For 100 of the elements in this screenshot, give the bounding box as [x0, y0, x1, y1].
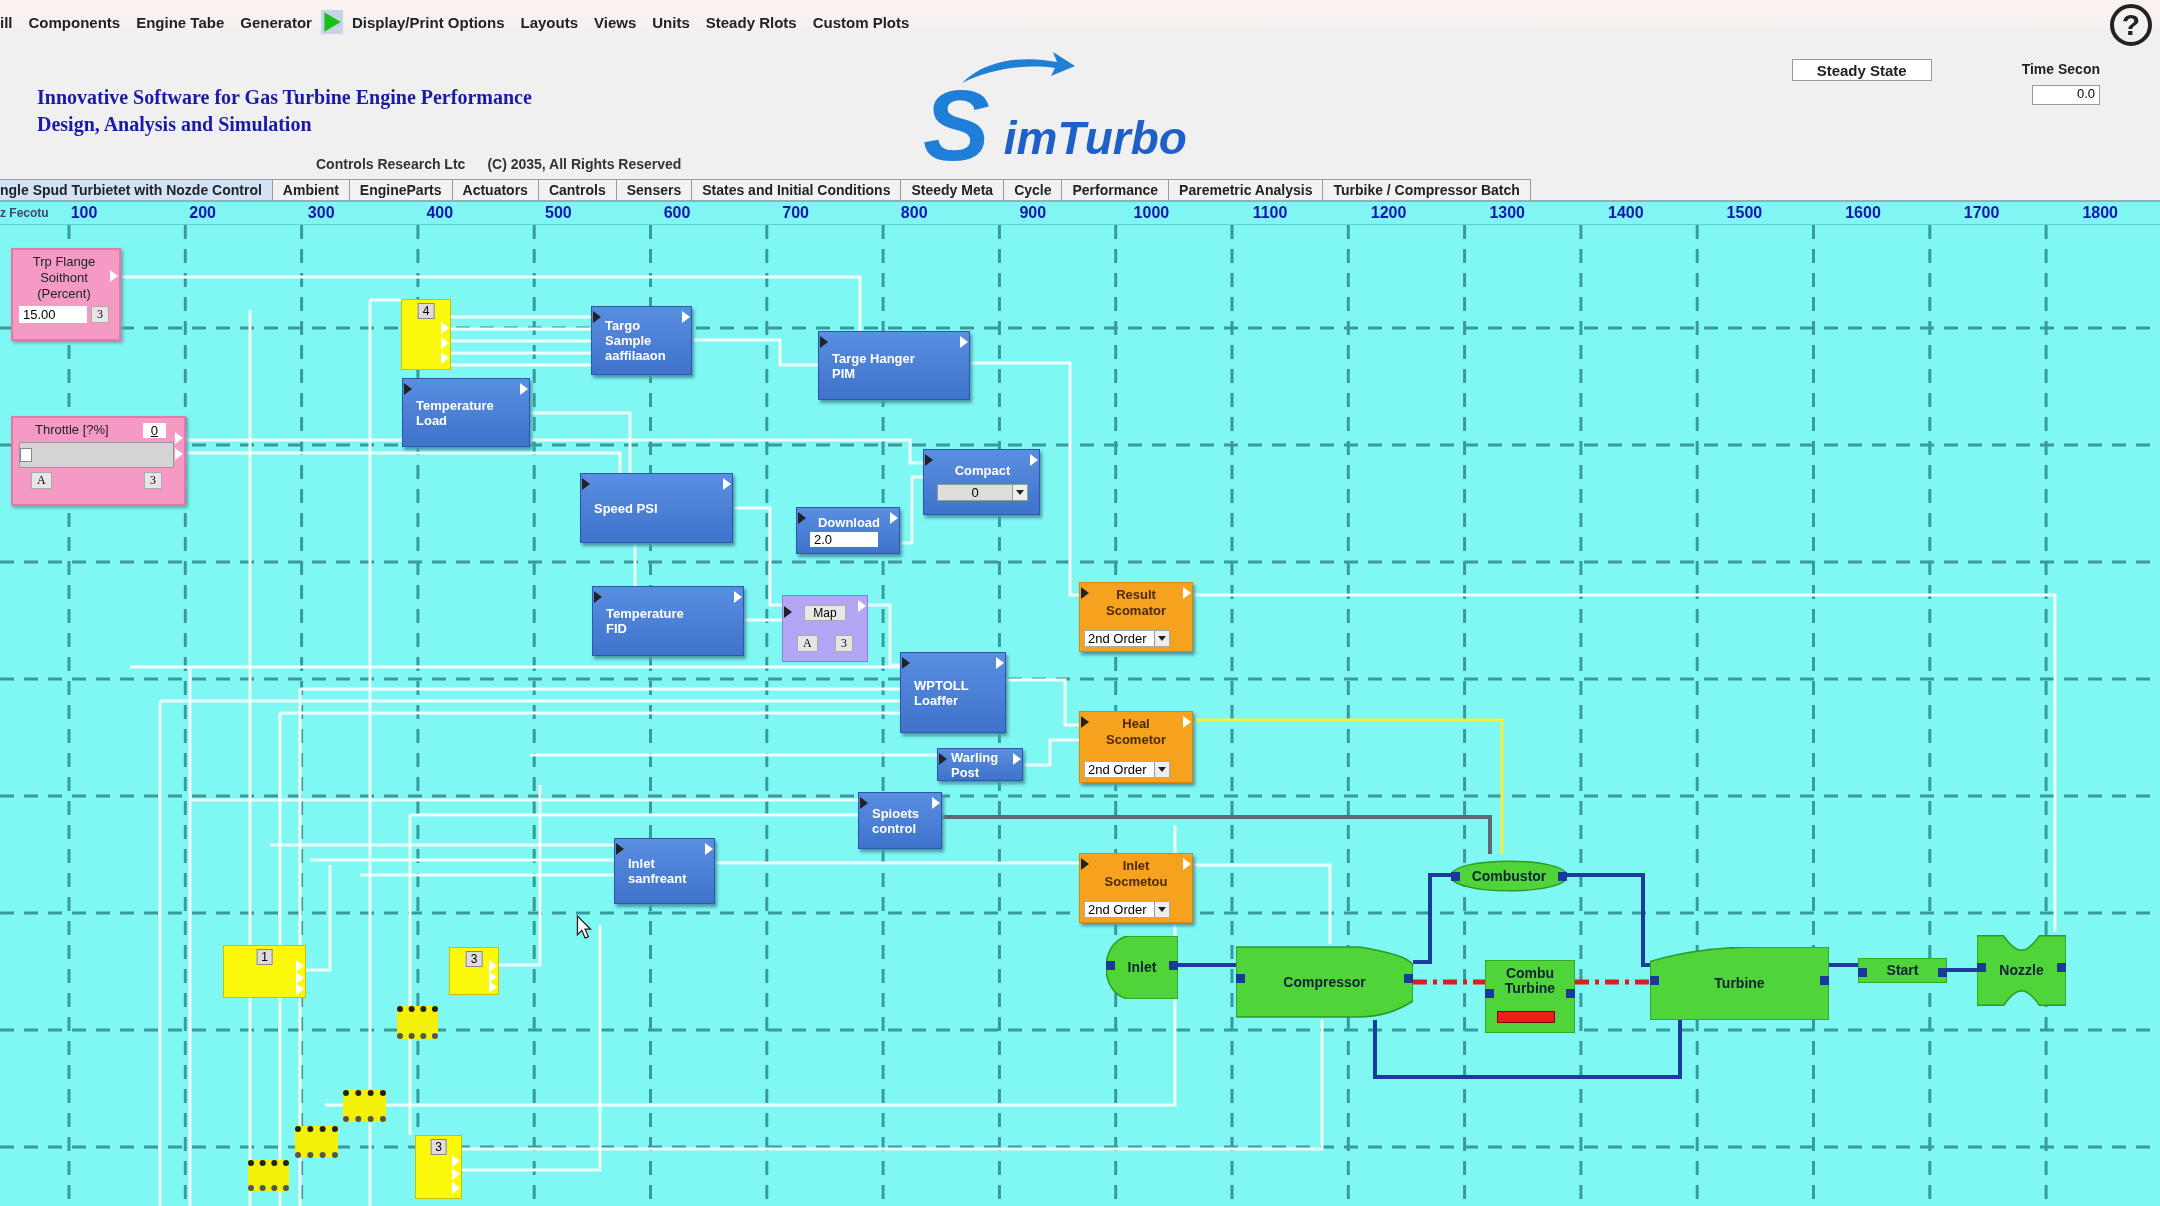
tab[interactable]: Cycle	[1003, 179, 1063, 200]
menu-item[interactable]: Layouts	[513, 13, 587, 31]
menu-item[interactable]: Steady Rlots	[698, 13, 806, 31]
filter-block[interactable]: Result Scomator 2nd Order	[1079, 582, 1193, 652]
port-icon[interactable]	[1106, 961, 1115, 971]
port-icon[interactable]	[1566, 989, 1575, 999]
parameter-block[interactable]: Trp Flange Soithont (Percent) 15.00 3	[11, 248, 121, 341]
junction-icon[interactable]	[248, 1160, 289, 1191]
function-block[interactable]: Temperature FID	[592, 586, 744, 656]
map-button[interactable]: Map	[804, 605, 846, 621]
caret-icon	[1158, 636, 1166, 641]
steady-state-button[interactable]: Steady State	[1791, 59, 1932, 81]
play-icon[interactable]	[320, 10, 343, 34]
menu-item[interactable]: Engine Tabe	[129, 13, 234, 31]
menu-item[interactable]: Custom Plots	[805, 13, 919, 31]
time-field[interactable]: 0.0	[2032, 85, 2100, 105]
port-icon[interactable]	[939, 753, 947, 765]
order-dropdown[interactable]: 2nd Order	[1084, 761, 1170, 778]
compressor-component[interactable]: Compressor	[1236, 944, 1413, 1020]
value-field[interactable]: 2.0	[810, 531, 878, 547]
menu-item[interactable]: Display/Print Options	[344, 13, 514, 31]
help-button[interactable]: ?	[2110, 4, 2152, 46]
function-block[interactable]: WPTOLL Loaffer	[900, 652, 1006, 733]
small-button[interactable]: 3	[91, 306, 109, 323]
value-dropdown[interactable]: 0	[937, 484, 1028, 501]
function-block[interactable]: Temperature Load	[402, 378, 530, 447]
port-icon[interactable]	[1820, 976, 1829, 986]
block-label: Inlet sanfreant	[628, 856, 688, 886]
port-icon[interactable]	[616, 843, 624, 855]
junction-icon[interactable]	[397, 1006, 438, 1039]
port-icon[interactable]	[1485, 989, 1494, 999]
order-dropdown[interactable]: 2nd Order	[1084, 630, 1170, 647]
slider-thumb[interactable]	[20, 448, 32, 462]
small-button[interactable]: A	[797, 635, 818, 652]
throttle-block[interactable]: Throttle [?%] 0 A 3	[11, 416, 186, 506]
signal-wire	[1023, 738, 1079, 767]
port-icon[interactable]	[1558, 871, 1567, 881]
port-icon[interactable]	[820, 336, 828, 348]
port-icon[interactable]	[860, 797, 868, 809]
ruler-tick: 600	[663, 204, 691, 222]
function-block[interactable]: Targo Sample aaffilaaon	[591, 306, 692, 375]
port-icon[interactable]	[1977, 962, 1986, 972]
junction-icon[interactable]	[295, 1126, 338, 1158]
port-icon[interactable]	[1404, 974, 1413, 984]
function-block[interactable]: Targe Hanger PIM	[818, 331, 970, 400]
gas-path-line	[1829, 963, 1858, 967]
small-button[interactable]: 3	[835, 635, 853, 652]
turbine-component[interactable]: Turbine	[1650, 947, 1829, 1020]
menu-item[interactable]: Components	[21, 13, 130, 31]
ruler-tick: 1300	[1489, 204, 1525, 222]
function-block[interactable]: Compact 0	[923, 449, 1040, 515]
port-icon[interactable]	[593, 311, 601, 323]
block-label: Temperature Load	[416, 397, 495, 428]
menu-item[interactable]: Views	[587, 13, 646, 31]
port-icon[interactable]	[1081, 587, 1089, 599]
port-icon[interactable]	[798, 512, 806, 524]
component-label: Turbine	[1714, 976, 1765, 991]
port-icon[interactable]	[902, 657, 910, 669]
port-icon[interactable]	[784, 606, 792, 618]
port-icon[interactable]	[1081, 858, 1089, 870]
port-icon[interactable]	[1236, 974, 1245, 984]
function-block[interactable]: Warling Post	[937, 748, 1023, 781]
nozzle-component[interactable]: Nozzle	[1977, 932, 2066, 1009]
menu-item[interactable]: ill	[0, 13, 22, 31]
port-icon[interactable]	[1169, 961, 1178, 971]
port-icon[interactable]	[1650, 976, 1659, 986]
order-dropdown[interactable]: 2nd Order	[1084, 901, 1170, 918]
junction-icon[interactable]	[343, 1090, 386, 1122]
map-block[interactable]: Map A 3	[782, 595, 868, 662]
function-block[interactable]: Download 2.0	[796, 507, 900, 554]
component-label: Combustor	[1471, 868, 1547, 884]
function-block[interactable]: Speed PSI	[580, 473, 733, 543]
port-icon[interactable]	[594, 591, 602, 603]
ruler-tick: 400	[426, 204, 454, 222]
filter-block[interactable]: Heal Scometor 2nd Order	[1079, 711, 1193, 783]
signal-wire	[900, 475, 923, 545]
tab[interactable]: EngineParts	[348, 179, 453, 200]
port-icon[interactable]	[2057, 962, 2066, 972]
port-icon[interactable]	[1451, 871, 1460, 881]
value-field[interactable]: 15.00	[19, 306, 87, 323]
filter-block[interactable]: Inlet Socmetou 2nd Order	[1079, 853, 1193, 923]
function-block[interactable]: Inlet sanfreant	[614, 838, 715, 904]
port-icon[interactable]	[582, 478, 590, 490]
shaft-component[interactable]: Combu Turbine	[1485, 960, 1575, 1033]
port-icon[interactable]	[925, 454, 933, 466]
small-button[interactable]: 3	[144, 472, 162, 489]
function-block[interactable]: Spioets control	[858, 792, 942, 849]
tab[interactable]: Steedy Meta	[900, 179, 1005, 200]
inlet-component[interactable]: Inlet	[1106, 936, 1178, 999]
menu-item[interactable]: Units	[645, 13, 699, 31]
menu-item[interactable]: Generator	[233, 13, 321, 31]
value-field[interactable]: 0	[142, 422, 166, 438]
tab[interactable]: Paremetric Analysis	[1168, 179, 1324, 200]
tab[interactable]: ngle Spud Turbietet with Nozde Control	[0, 179, 273, 200]
company-name: Controls Research Ltc	[316, 156, 466, 172]
port-icon[interactable]	[404, 383, 412, 395]
tab[interactable]: Turbike / Compressor Batch	[1322, 179, 1531, 200]
slider[interactable]	[19, 442, 174, 468]
small-button[interactable]: A	[31, 472, 52, 489]
port-icon[interactable]	[1081, 716, 1089, 728]
